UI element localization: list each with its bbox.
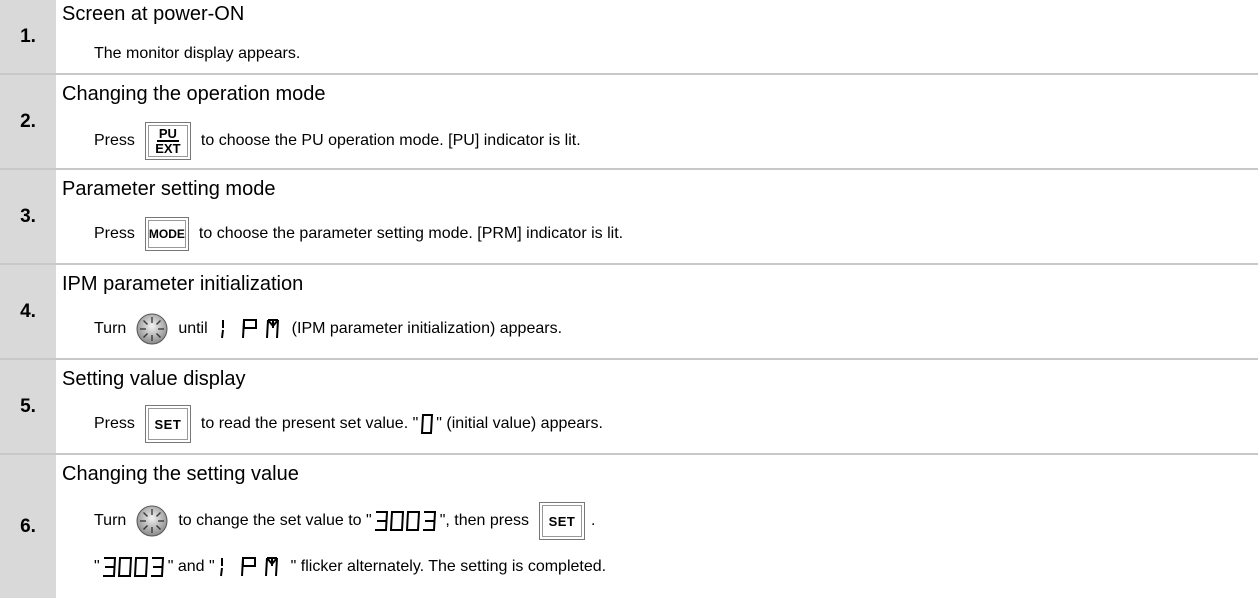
step-row: 1. Screen at power-ON The monitor displa… — [0, 0, 1258, 75]
step-text: " flicker alternately. The setting is co… — [290, 558, 607, 575]
step-row: 2. Changing the operation mode Press PU … — [0, 75, 1258, 170]
mode-key-icon: MODE — [144, 217, 189, 251]
step-description: Press PU EXT to choose the PU operation … — [90, 122, 585, 160]
step-text: The monitor display appears. — [94, 45, 301, 62]
step-description: Press SET to read the present set value.… — [90, 405, 607, 443]
step-text: ", then press — [439, 512, 529, 529]
step-row: 4. IPM parameter initialization Turn unt… — [0, 265, 1258, 360]
step-text: to choose the parameter setting mode. [P… — [198, 225, 624, 242]
step-text: " and " — [167, 558, 215, 575]
step-number: 5. — [0, 360, 56, 453]
value-3003-display-icon — [374, 511, 436, 531]
step-text: " — [94, 558, 100, 575]
zero-display-icon — [421, 414, 434, 434]
step-number: 6. — [0, 455, 56, 598]
step-text: to read the present set value. " — [200, 415, 419, 432]
step-number: 4. — [0, 265, 56, 358]
step-row: 3. Parameter setting mode Press MODE to … — [0, 170, 1258, 265]
procedure-table: 1. Screen at power-ON The monitor displa… — [0, 0, 1258, 598]
step-row: 5. Setting value display Press SET to re… — [0, 360, 1258, 455]
step-title: Changing the operation mode — [62, 83, 326, 105]
set-key-label: SET — [147, 408, 188, 440]
step-row: 6. Changing the setting value Turn to ch… — [0, 455, 1258, 598]
ipm-display-icon — [220, 319, 279, 339]
step-description: Press MODE to choose the parameter setti… — [90, 217, 627, 251]
ipm-display-icon — [219, 557, 278, 577]
set-key-icon: SET — [538, 502, 585, 540]
step-description: The monitor display appears. — [90, 38, 304, 70]
value-3003-display-icon — [102, 557, 164, 577]
step-title: Screen at power-ON — [62, 3, 245, 25]
ext-key-label: EXT — [155, 141, 181, 156]
step-description: Turn to change the set value to " ", the… — [90, 502, 599, 540]
press-label: Press — [94, 132, 135, 149]
step-title: Setting value display — [62, 368, 246, 390]
setting-dial-icon — [136, 313, 168, 345]
step-text: to choose the PU operation mode. [PU] in… — [200, 132, 581, 149]
step-title: Parameter setting mode — [62, 178, 276, 200]
step-number: 1. — [0, 0, 56, 73]
setting-dial-icon — [136, 505, 168, 537]
set-key-label: SET — [541, 505, 582, 537]
press-label: Press — [94, 225, 135, 242]
step-number: 2. — [0, 75, 56, 168]
set-key-icon: SET — [144, 405, 191, 443]
step-number: 3. — [0, 170, 56, 263]
step-description: Turn until (IPM parameter initialization… — [90, 313, 566, 345]
mode-key-label: MODE — [147, 220, 186, 248]
pu-key-label: PU — [156, 126, 179, 142]
step-title: Changing the setting value — [62, 463, 299, 485]
step-title: IPM parameter initialization — [62, 273, 304, 295]
until-label: until — [178, 320, 208, 337]
step-text: . — [590, 512, 596, 529]
step-description-line-2: " " and " " flicker alternately. The set… — [90, 551, 610, 583]
step-text: to change the set value to " — [178, 512, 372, 529]
turn-label: Turn — [94, 320, 127, 337]
pu-ext-key-icon: PU EXT — [144, 122, 191, 160]
press-label: Press — [94, 415, 135, 432]
turn-label: Turn — [94, 512, 127, 529]
step-text: " (initial value) appears. — [436, 415, 603, 432]
step-text: (IPM parameter initialization) appears. — [291, 320, 563, 337]
